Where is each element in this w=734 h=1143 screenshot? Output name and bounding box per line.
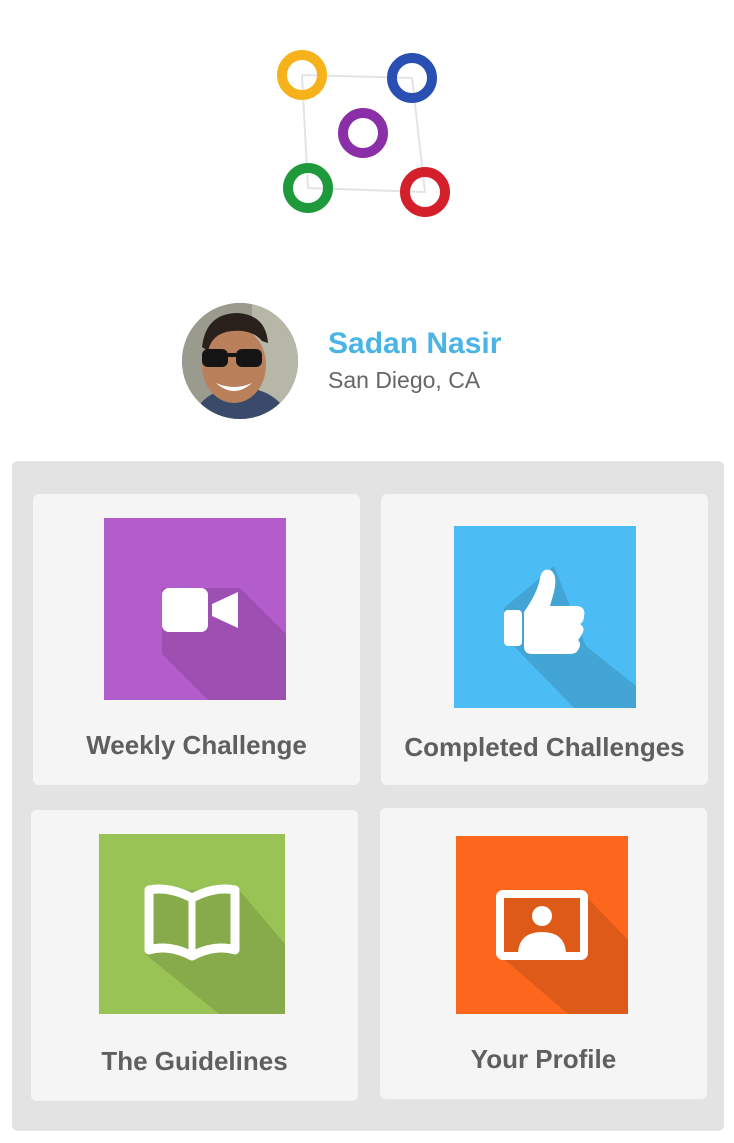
your-profile-tile[interactable]: Your Profile <box>380 808 707 1099</box>
user-avatar-photo-icon <box>182 303 298 419</box>
weekly-challenge-icon-box <box>104 518 286 700</box>
completed-challenges-tile[interactable]: Completed Challenges <box>381 494 708 785</box>
your-profile-label: Your Profile <box>470 1044 617 1074</box>
app-logo-rings-icon <box>277 50 450 217</box>
guidelines-tile[interactable]: The Guidelines <box>31 810 358 1101</box>
guidelines-label: The Guidelines <box>101 1046 288 1076</box>
user-name: Sadan Nasir <box>328 327 502 360</box>
open-book-icon <box>144 884 285 1014</box>
guidelines-icon-box <box>99 834 285 1014</box>
menu-grid: Weekly Challenge Completed Challenges Th… <box>12 461 724 1131</box>
completed-challenges-icon-box <box>454 526 636 708</box>
weekly-challenge-label: Weekly Challenge <box>86 730 307 760</box>
profile-card-icon <box>496 890 628 1014</box>
app-logo <box>270 40 460 230</box>
user-location: San Diego, CA <box>328 367 481 393</box>
completed-challenges-label: Completed Challenges <box>404 732 685 762</box>
profile-header: Sadan Nasir San Diego, CA <box>182 303 562 421</box>
thumbs-up-icon <box>504 566 636 708</box>
avatar[interactable] <box>182 303 298 419</box>
weekly-challenge-tile[interactable]: Weekly Challenge <box>33 494 360 785</box>
your-profile-icon-box <box>456 836 628 1014</box>
video-camera-icon <box>162 588 286 700</box>
